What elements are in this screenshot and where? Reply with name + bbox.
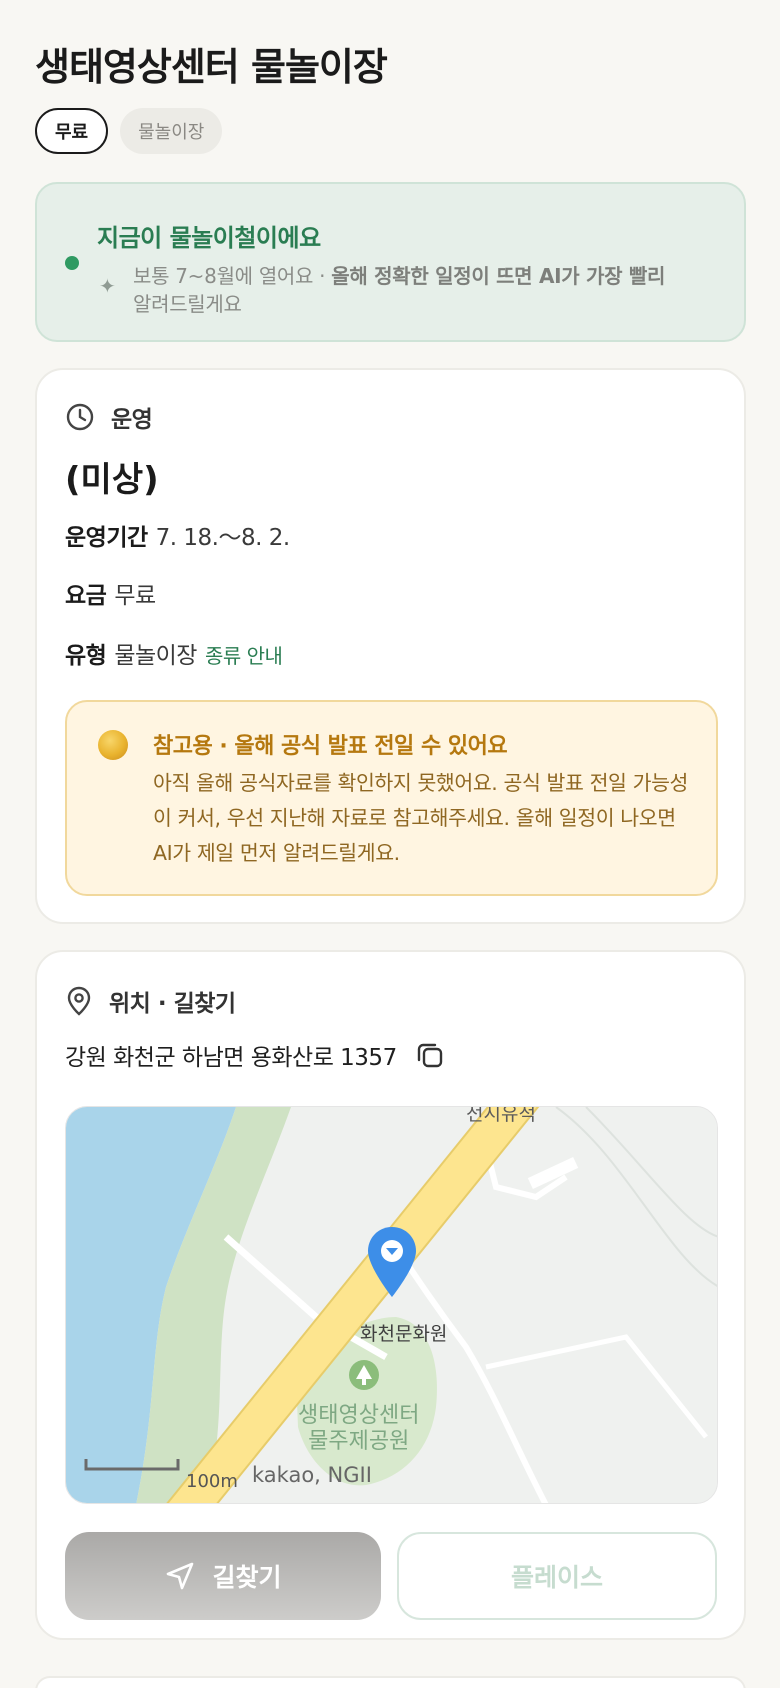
map-label-culture-center: 화천문화원 [360,1323,448,1345]
period-label: 운영기간 [65,525,148,551]
season-description: 보통 7~8월에 열어요 · 올해 정확한 일정이 뜨면 AI가 가장 빨리 알… [133,264,666,316]
copy-icon[interactable] [415,1040,445,1070]
location-card: 위치 · 길찾기 강원 화천군 하남면 용화산로 1357 전시유적 화천문화원… [35,950,746,1640]
notice-body: 아직 올해 공식자료를 확인하지 못했어요. 공식 발표 전일 가능성이 커서,… [153,771,689,865]
map-view[interactable]: 전시유적 화천문화원 생태영상센터 물주제공원 100m kakao, NGII [65,1106,718,1504]
season-card: 지금이 물놀이철이에요 ✦ 보통 7~8월에 열어요 · 올해 정확한 일정이 … [35,182,746,342]
operation-header: 운영 [65,400,153,434]
fee-label: 요금 [65,583,107,609]
navigation-arrow-icon [167,1562,194,1590]
status-dot-icon [65,256,79,270]
fee-value: 무료 [114,583,156,609]
action-buttons: 길찾기 플레이스 [65,1532,717,1620]
fee-row: 요금 무료 [65,576,156,610]
location-title: 위치 · 길찾기 [109,991,236,1017]
location-pin-icon [67,986,91,1016]
period-row: 운영기간 7. 18.～8. 2. [65,518,290,552]
type-row: 유형 물놀이장 종류 안내 [65,636,283,670]
type-label: 유형 [65,643,107,669]
map-scale: 100m [186,1471,238,1492]
period-value: 7. 18.～8. 2. [155,525,291,551]
location-header: 위치 · 길찾기 [65,984,236,1018]
directions-label: 길찾기 [212,1563,282,1592]
type-value: 물놀이장 [114,643,197,669]
place-label: 플레이스 [510,1563,603,1592]
address-row: 강원 화천군 하남면 용화산로 1357 [65,1038,445,1072]
address-text: 강원 화천군 하남면 용화산로 1357 [65,1045,397,1071]
map-label-top: 전시유적 [466,1106,536,1125]
place-button[interactable]: 플레이스 [397,1532,717,1620]
operation-status: (미상) [65,460,159,500]
map-attribution: kakao, NGII [252,1463,372,1487]
sparkle-icon: ✦ [99,274,116,298]
type-guide-link[interactable]: 종류 안내 [205,640,283,669]
reference-notice: 참고용 · 올해 공식 발표 전일 수 있어요 아직 올해 공식자료를 확인하지… [65,700,718,896]
chip-free[interactable]: 무료 [35,108,109,154]
next-card-edge [35,1676,746,1688]
season-title: 지금이 물놀이철이에요 [97,224,321,252]
map-label-park: 생태영상센터 물주제공원 [298,1403,420,1454]
clock-icon [66,403,94,431]
page-title: 생태영상센터 물놀이장 [35,45,388,89]
tag-chips: 무료 물놀이장 [35,108,223,154]
operation-title: 운영 [111,407,153,433]
chip-type[interactable]: 물놀이장 [120,108,223,154]
directions-button[interactable]: 길찾기 [65,1532,381,1620]
notice-title: 참고용 · 올해 공식 발표 전일 수 있어요 [153,734,508,759]
moon-icon [98,730,128,760]
operation-card: 운영 (미상) 운영기간 7. 18.～8. 2. 요금 무료 유형 물놀이장 … [35,368,746,924]
